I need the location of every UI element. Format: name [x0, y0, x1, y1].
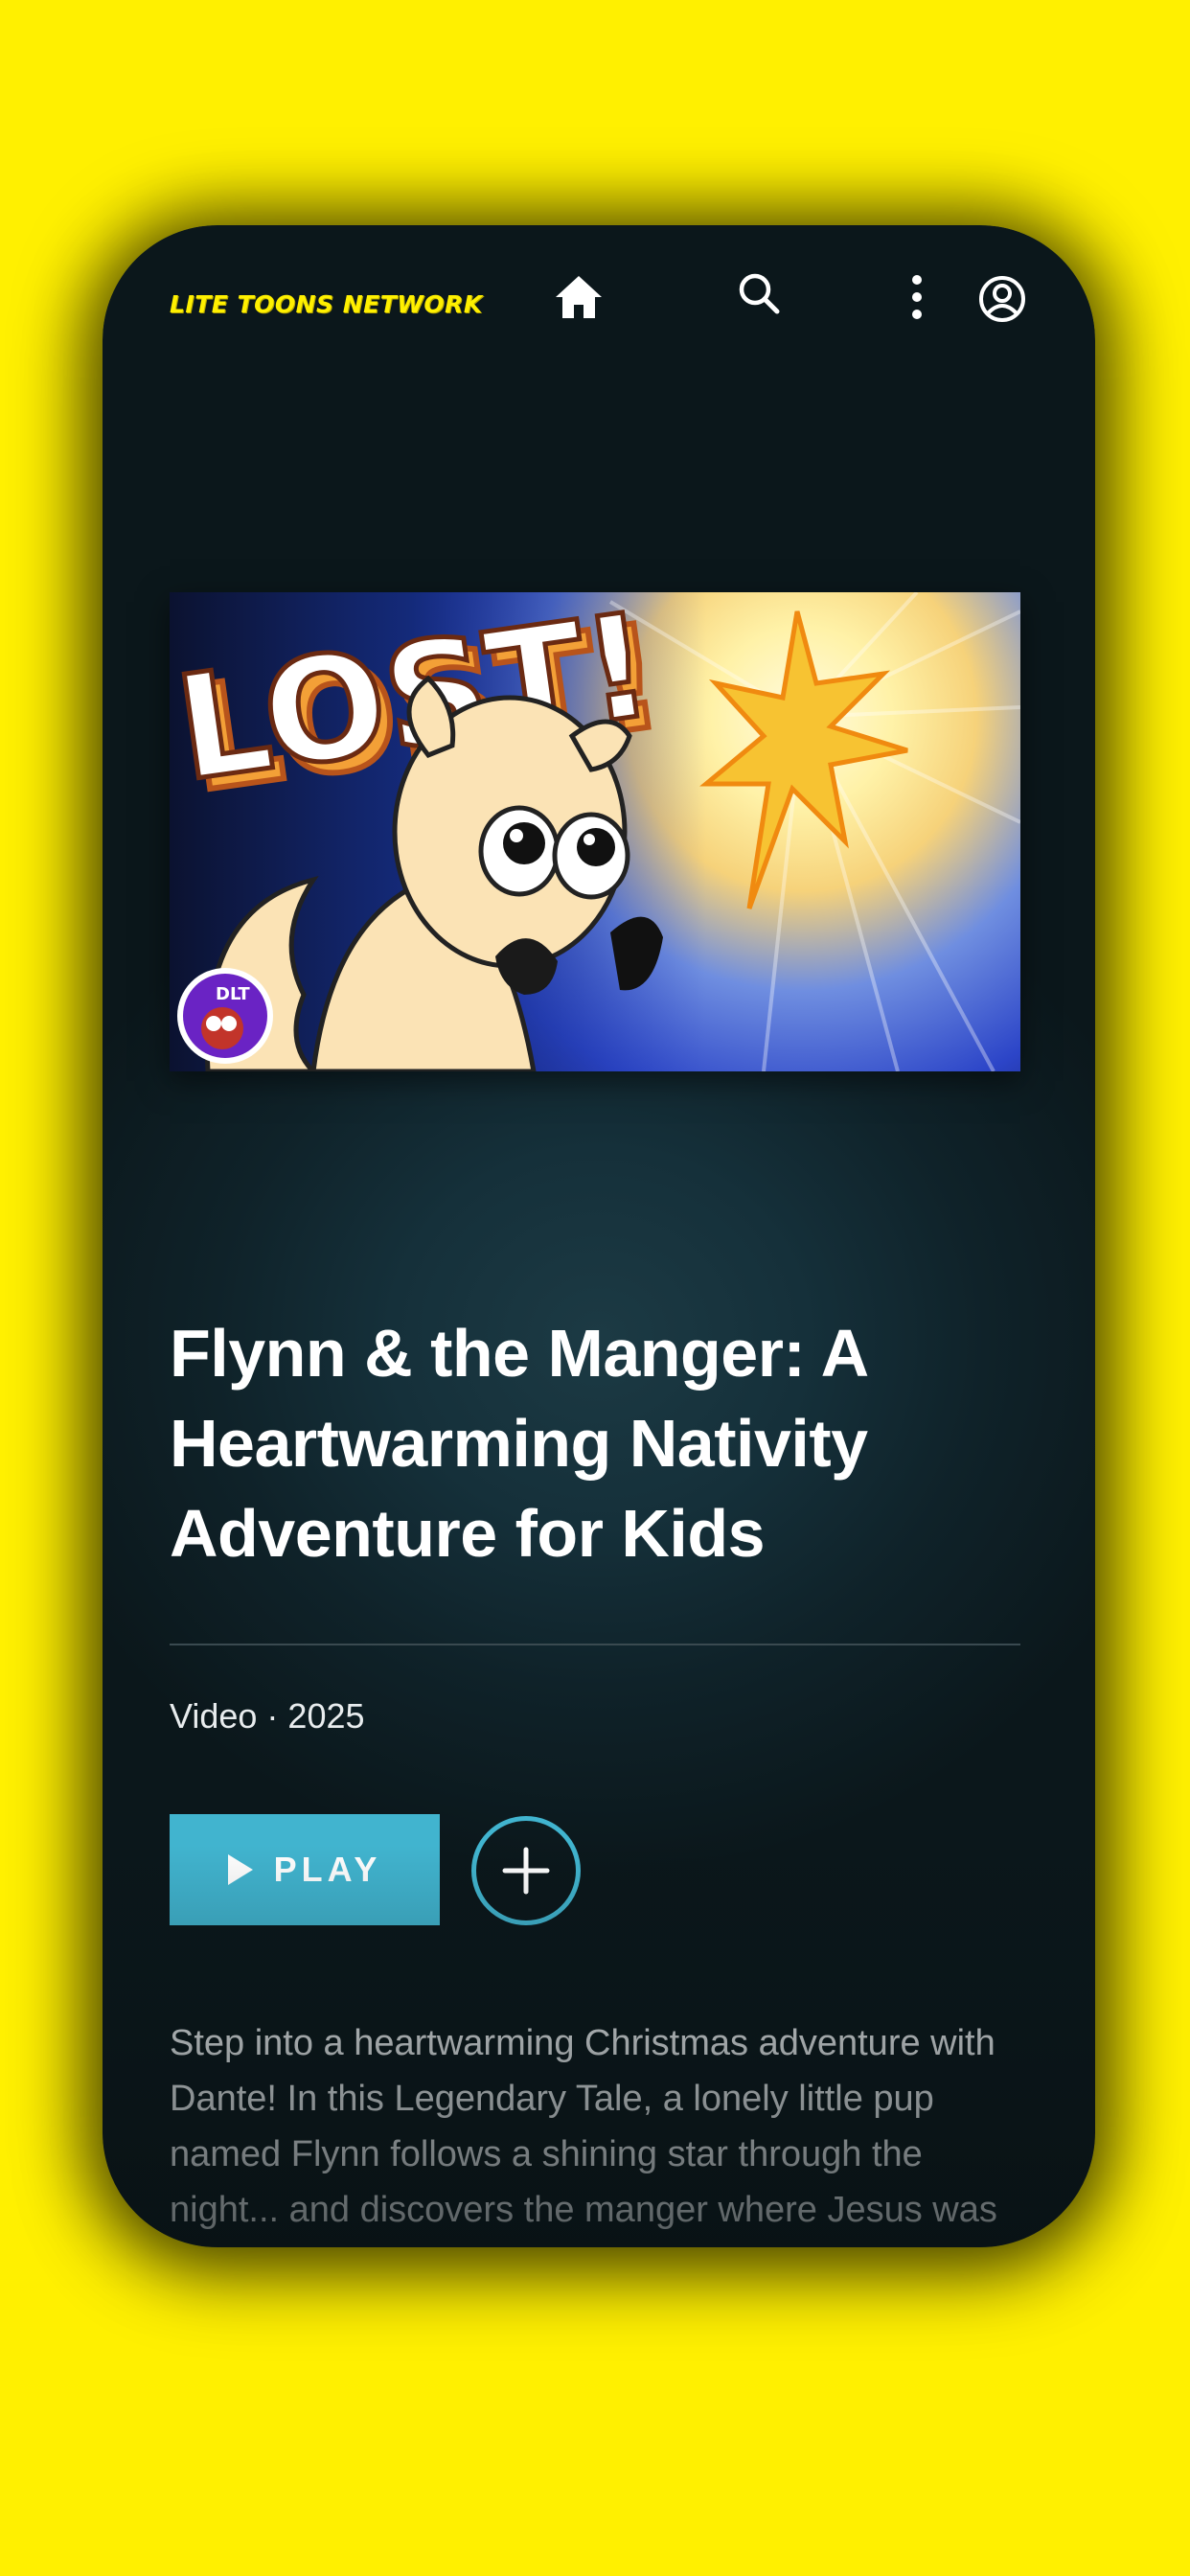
play-button[interactable]: PLAY — [170, 1814, 440, 1925]
more-vertical-icon[interactable] — [907, 273, 927, 321]
svg-text:DLT: DLT — [216, 984, 250, 1004]
phone-frame: LITE TOONS NETWORK DLT Flynn & the Mange… — [103, 225, 1095, 2247]
hero-thumbnail[interactable]: LOST! LOST! — [170, 592, 1020, 1071]
channel-badge: DLT — [177, 968, 273, 1064]
video-meta: Video · 2025 — [170, 1696, 365, 1736]
home-icon[interactable] — [554, 273, 604, 321]
plus-icon — [502, 1847, 550, 1895]
network-logo[interactable]: LITE TOONS NETWORK — [170, 290, 483, 318]
play-label: PLAY — [273, 1850, 382, 1889]
add-to-list-button[interactable] — [471, 1816, 581, 1925]
play-icon — [227, 1854, 253, 1885]
account-icon[interactable] — [978, 275, 1026, 323]
divider — [170, 1644, 1020, 1645]
video-description: Step into a heartwarming Christmas adven… — [170, 2023, 997, 2247]
video-title: Flynn & the Manger: A Heartwarming Nativ… — [170, 1316, 868, 1571]
top-nav: LITE TOONS NETWORK — [103, 225, 1095, 388]
search-icon[interactable] — [737, 271, 783, 317]
